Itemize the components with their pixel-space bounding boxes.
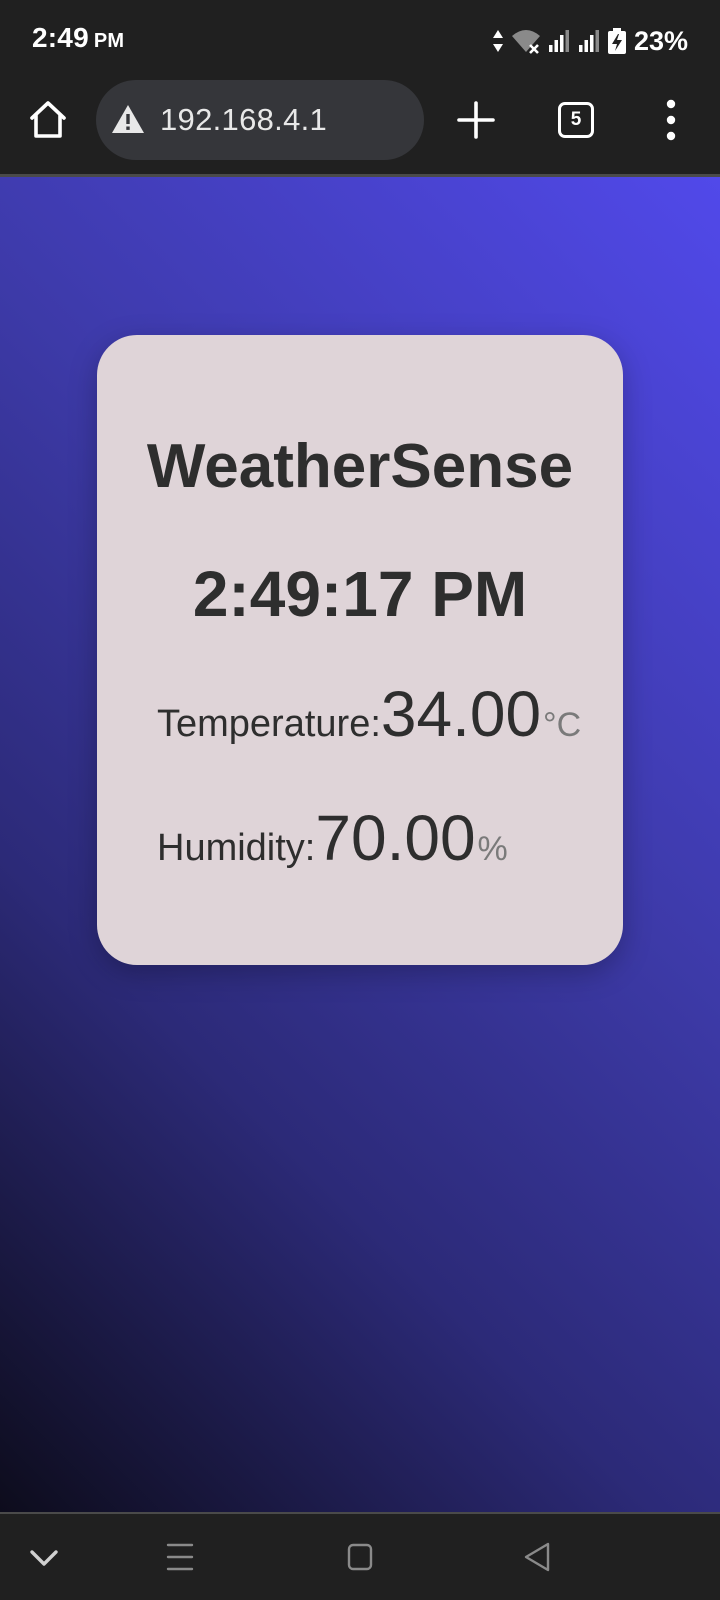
humidity-reading: Humidity:70.00%: [157, 801, 508, 875]
temperature-reading: Temperature:34.00°C: [157, 677, 581, 751]
weather-card: WeatherSense 2:49:17 PM Temperature:34.0…: [97, 335, 623, 965]
status-clock: 2:49 PM: [32, 22, 124, 54]
back-triangle-icon[interactable]: [518, 1540, 558, 1574]
page-title: WeatherSense: [146, 432, 574, 501]
wifi-off-icon: [511, 30, 540, 54]
temperature-unit: °C: [543, 706, 582, 744]
status-time-ampm: PM: [93, 30, 125, 52]
plus-icon[interactable]: [456, 100, 496, 140]
humidity-unit: %: [477, 830, 508, 868]
warning-triangle-icon[interactable]: [110, 103, 146, 135]
humidity-label: Humidity:: [157, 827, 316, 869]
home-square-icon[interactable]: [340, 1540, 380, 1574]
status-bar: 2:49 PM 23%: [0, 0, 720, 80]
more-vertical-icon[interactable]: [656, 98, 686, 142]
home-icon[interactable]: [26, 98, 70, 142]
battery-percentage: 23%: [633, 25, 688, 56]
battery-charging-icon: [607, 28, 626, 54]
browser-toolbar: 192.168.4.1 5: [0, 80, 720, 174]
humidity-value: 70.00: [315, 802, 476, 874]
url-text[interactable]: 192.168.4.1: [160, 102, 327, 138]
address-bar[interactable]: 192.168.4.1: [96, 80, 424, 160]
status-time-value: 2:49: [32, 22, 89, 53]
chevron-down-icon[interactable]: [24, 1540, 64, 1574]
system-nav-bar: [0, 1514, 720, 1600]
data-arrows-icon: [492, 30, 503, 52]
temperature-label: Temperature:: [157, 703, 381, 745]
recents-icon[interactable]: [160, 1540, 200, 1574]
signal-bars-icon: [578, 30, 599, 52]
signal-bars-icon: [548, 30, 569, 52]
web-page-content: WeatherSense 2:49:17 PM Temperature:34.0…: [0, 177, 720, 1512]
tab-switcher-button[interactable]: 5: [558, 102, 594, 138]
clock-display: 2:49:17 PM: [192, 558, 528, 630]
phone-screen: 2:49 PM 23% 192.168.4.1 5 WeatherSense 2…: [0, 0, 720, 1600]
temperature-value: 34.00: [380, 678, 542, 750]
status-icons: 23%: [492, 24, 688, 58]
